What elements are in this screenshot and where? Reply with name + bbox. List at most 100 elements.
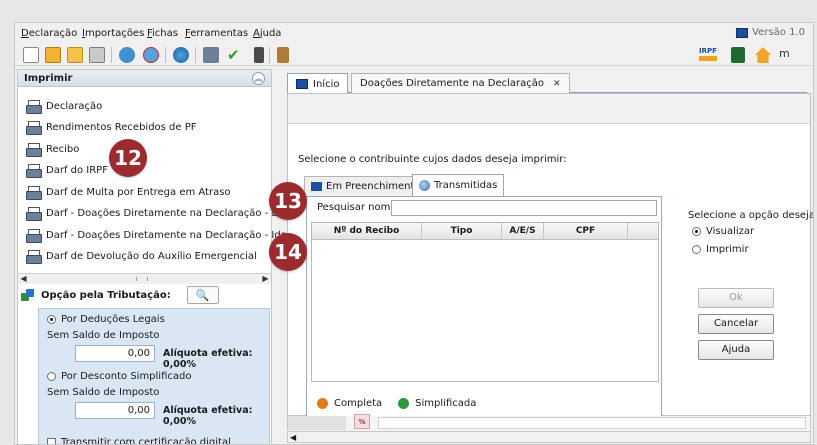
callout-12: 12 [109,139,147,177]
visualizar-radio[interactable]: Visualizar [692,226,754,237]
tab-inicio[interactable]: Início [287,73,349,94]
calculator-icon[interactable] [254,47,264,63]
search-name-input[interactable] [391,200,657,216]
menu-ferramentas[interactable]: Ferramentas [185,28,248,39]
printer-icon [26,99,42,114]
more-icon[interactable]: m [779,47,795,63]
app-window: Declaração Importações Fichas Ferramenta… [14,22,814,445]
simplificado-radio[interactable]: Por Desconto Simplificado [47,371,191,382]
scroll-left-icon[interactable]: ◀ [18,274,29,284]
inner-tab-bar: Em Preenchimento Transmitidas [304,174,654,196]
toolbar-separator [165,47,166,63]
check-icon[interactable]: ✔ [227,47,243,63]
irpf-icon[interactable]: IRPF [699,47,717,63]
printer-icon [26,206,42,221]
horizontal-scrollbar[interactable]: ◀ ▶ [18,273,271,284]
toolbar-separator [195,47,196,63]
instruction-text: Selecione o contribuinte cujos dados des… [298,154,567,165]
strip-field [378,417,806,429]
callout-14: 14 [269,233,307,271]
printer-icon [26,163,42,178]
scroll-thumb[interactable] [136,277,148,281]
print-item-darf-idoso[interactable]: Darf - Doações Diretamente na Declaração… [26,225,298,245]
report-icon[interactable] [731,47,745,63]
scroll-right-icon[interactable]: ▶ [260,274,271,284]
print-item-darf-irpf[interactable]: Darf do IRPF [26,160,108,180]
checkbox-icon[interactable] [47,438,56,444]
column-recibo[interactable]: Nº do Recibo [312,223,422,240]
deducoes-radio[interactable]: Por Deduções Legais [47,314,165,325]
bottom-strip: % [287,414,811,430]
globe-icon [419,180,430,191]
imprimir-radio[interactable]: Imprimir [692,244,749,255]
printer-icon [26,249,42,264]
toolbar-separator [111,47,112,63]
help-button[interactable]: Ajuda [698,340,774,360]
column-aes[interactable]: A/E/S [502,223,544,240]
certificacao-checkbox[interactable]: Transmitir com certificação digital [47,437,231,444]
home-icon[interactable] [755,47,771,63]
print-item-darf-auxilio[interactable]: Darf de Devolução do Auxílio Emergencial [26,246,257,266]
deducoes-sub-label: Sem Saldo de Imposto [47,330,160,341]
scroll-left-icon[interactable]: ◀ [290,432,296,443]
receita-tab-icon [311,182,322,191]
receive-icon[interactable] [143,47,159,63]
content-panel: Selecione o contribuinte cujos dados des… [287,93,813,420]
close-icon[interactable]: ✕ [553,79,561,89]
tab-doacoes[interactable]: Doações Diretamente na Declaração ✕ [351,73,570,93]
tributacao-box: Por Deduções Legais Sem Saldo de Imposto… [38,308,270,444]
print-item-darf-multa[interactable]: Darf de Multa por Entrega em Atraso [26,182,231,202]
transmitidas-panel: Pesquisar nome: Nº do Recibo Tipo A/E/S … [306,196,662,420]
cancel-button[interactable]: Cancelar [698,314,774,334]
print-panel-title: Imprimir [24,73,73,84]
transmit-icon[interactable] [119,47,135,63]
menu-fichas[interactable]: Fichas [147,28,178,39]
content-top-band [288,94,810,124]
radio-icon[interactable] [47,315,56,324]
simplificado-value: 0,00 [75,402,155,419]
radio-icon[interactable] [47,372,56,381]
completa-icon [317,398,328,409]
deducoes-aliquota: Alíquota efetiva: 0,00% [163,348,253,370]
tributacao-icon [21,289,35,301]
search-label: Pesquisar nome: [317,202,400,213]
pdf-icon[interactable]: % [354,414,370,429]
toolbar-separator [269,47,270,63]
column-cpf[interactable]: CPF [544,223,628,240]
tab-transmitidas[interactable]: Transmitidas [412,174,505,196]
print-icon[interactable] [203,47,219,63]
print-item-declaracao[interactable]: Declaração [26,96,102,116]
receita-tab-icon [296,79,308,89]
menu-declaracao[interactable]: Declaração [21,28,77,39]
version-label: Versão 1.0 [736,27,805,38]
printer-icon [26,142,42,157]
print-item-recibo[interactable]: Recibo [26,139,79,159]
menu-importacoes[interactable]: Importações [82,28,144,39]
radio-icon[interactable] [692,245,701,254]
toolbar: ✔ IRPF m [15,44,813,66]
radio-icon[interactable] [692,227,701,236]
options-title: Selecione a opção desejada: [688,210,813,221]
tab-em-preenchimento[interactable]: Em Preenchimento [304,176,428,196]
globe-icon[interactable] [173,47,189,63]
printer-icon [26,120,42,135]
print-item-rendimentos[interactable]: Rendimentos Recebidos de PF [26,117,197,137]
print-item-darf-eca[interactable]: Darf - Doações Diretamente na Declaração… [26,203,292,223]
book-icon[interactable] [277,47,289,63]
trash-icon[interactable] [89,47,105,63]
legend: Completa Simplificada [317,398,476,409]
menu-ajuda[interactable]: Ajuda [253,28,281,39]
open-folder-icon[interactable] [45,47,61,63]
table-header: Nº do Recibo Tipo A/E/S CPF [312,223,658,240]
folder-icon[interactable] [67,47,83,63]
collapse-icon[interactable]: ︽ [252,72,265,85]
menu-bar: Declaração Importações Fichas Ferramenta… [15,23,813,43]
new-file-icon[interactable] [23,47,39,63]
column-tipo[interactable]: Tipo [422,223,502,240]
bottom-scrollbar[interactable]: ◀ [287,431,811,443]
strip-side [288,416,346,430]
ok-button[interactable]: Ok [698,288,774,308]
printer-icon [26,185,42,200]
simplificado-sub-label: Sem Saldo de Imposto [47,387,160,398]
search-button[interactable]: 🔍 [186,286,219,304]
